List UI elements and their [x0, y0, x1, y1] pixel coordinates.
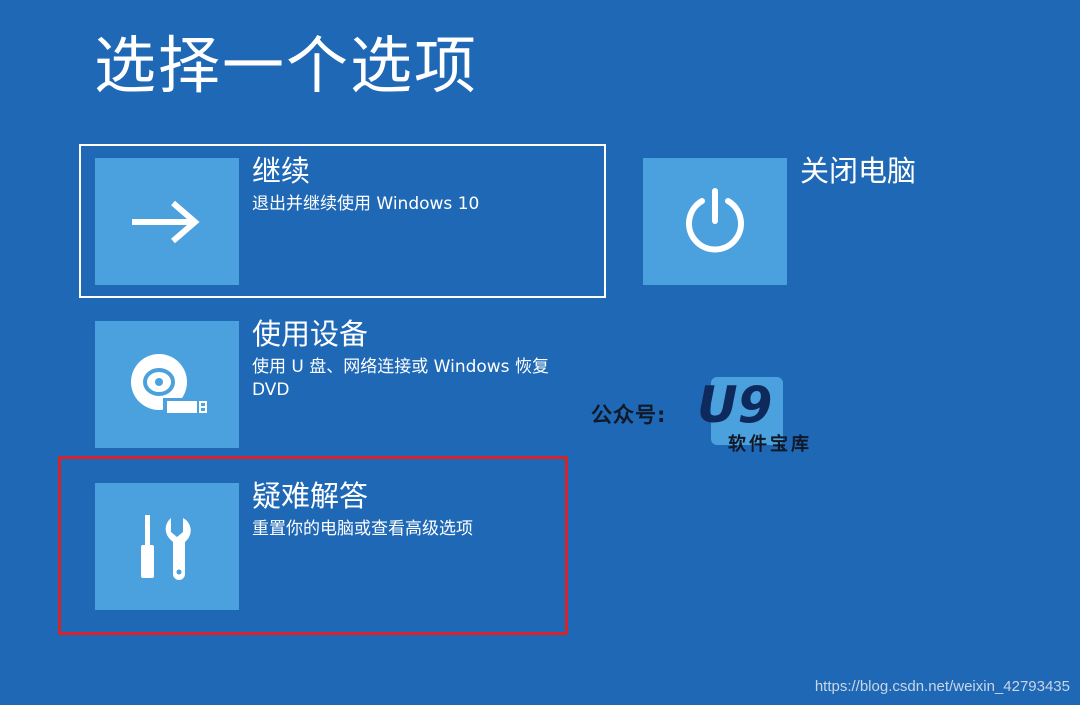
watermark-label: 公众号: — [591, 403, 667, 427]
troubleshoot-title: 疑难解答 — [252, 479, 369, 513]
watermark-url: https://blog.csdn.net/weixin_42793435 — [814, 678, 1070, 695]
continue-title: 继续 — [252, 154, 311, 188]
shutdown-title: 关闭电脑 — [800, 154, 917, 188]
troubleshoot-desc: 重置你的电脑或查看高级选项 — [252, 519, 473, 539]
option-troubleshoot[interactable]: 疑难解答 重置你的电脑或查看高级选项 — [95, 479, 555, 610]
option-continue[interactable]: 继续 退出并继续使用 Windows 10 — [95, 154, 600, 285]
troubleshoot-tile[interactable] — [95, 483, 239, 610]
continue-tile[interactable] — [95, 158, 239, 285]
tools-icon — [141, 514, 191, 580]
shutdown-tile[interactable] — [643, 158, 787, 285]
use-device-desc: 使用 U 盘、网络连接或 Windows 恢复 DVD — [252, 357, 549, 400]
use-device-tile[interactable] — [95, 321, 239, 448]
option-shutdown[interactable]: 关闭电脑 — [643, 154, 973, 285]
option-use-device[interactable]: 使用设备 使用 U 盘、网络连接或 Windows 恢复 DVD — [95, 317, 595, 448]
disc-usb-icon — [131, 353, 209, 416]
use-device-title: 使用设备 — [252, 317, 369, 351]
page-title: 选择一个选项 — [94, 29, 479, 102]
watermark-logo: U9 — [697, 376, 773, 434]
continue-desc: 退出并继续使用 Windows 10 — [252, 194, 480, 214]
power-icon — [686, 187, 744, 252]
watermark-sub: 软件宝库 — [728, 434, 812, 455]
arrow-right-icon — [132, 200, 200, 243]
